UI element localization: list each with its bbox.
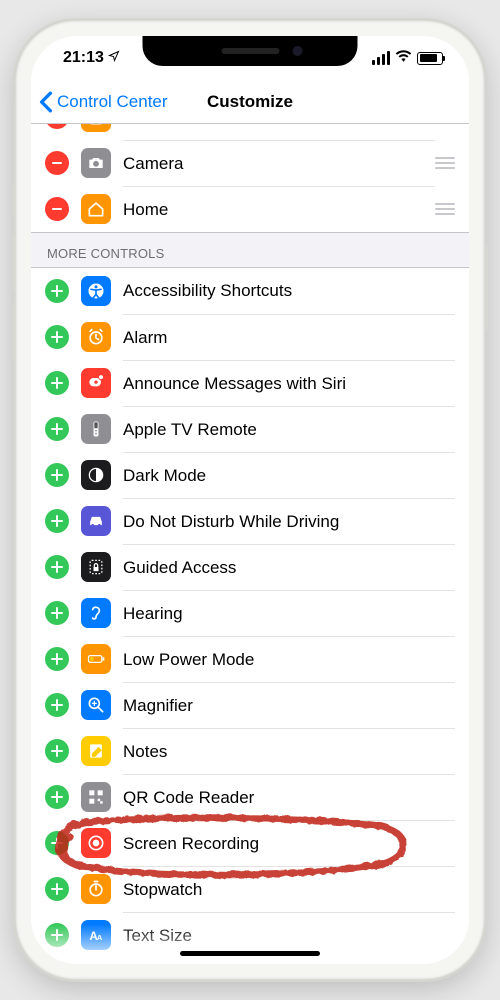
add-button[interactable]: [45, 647, 69, 671]
list-row-calculator: Calculator: [31, 124, 469, 140]
list-row-darkmode: Dark Mode: [31, 452, 469, 498]
phone-device-frame: 21:13 Control Center Customize: [15, 20, 485, 980]
reorder-handle-icon[interactable]: [435, 203, 455, 215]
alarm-icon: [81, 322, 111, 352]
list-row-appletv: Apple TV Remote: [31, 406, 469, 452]
power-button: [485, 245, 488, 330]
camera-icon: [81, 148, 111, 178]
row-label: Announce Messages with Siri: [123, 374, 346, 394]
row-label: Alarm: [123, 328, 167, 348]
add-button[interactable]: [45, 509, 69, 533]
car-icon: [81, 506, 111, 536]
battery-icon: [417, 52, 443, 65]
remove-button[interactable]: [45, 197, 69, 221]
row-label: Apple TV Remote: [123, 420, 257, 440]
row-label: Camera: [123, 154, 183, 174]
add-button[interactable]: [45, 831, 69, 855]
add-button[interactable]: [45, 371, 69, 395]
remove-button[interactable]: [45, 151, 69, 175]
notes-icon: [81, 736, 111, 766]
list-row-qr: QR Code Reader: [31, 774, 469, 820]
row-label: Low Power Mode: [123, 650, 254, 670]
row-label: Screen Recording: [123, 834, 259, 854]
back-label: Control Center: [57, 92, 168, 112]
settings-list[interactable]: Calculator Camera: [31, 124, 469, 964]
lock-icon: [81, 552, 111, 582]
list-row-accessibility: Accessibility Shortcuts: [31, 268, 469, 314]
add-button[interactable]: [45, 555, 69, 579]
calculator-icon: [81, 124, 111, 132]
list-row-stopwatch: Stopwatch: [31, 866, 469, 912]
remove-button[interactable]: [45, 124, 69, 129]
row-label: Hearing: [123, 604, 183, 624]
darkmode-icon: [81, 460, 111, 490]
add-button[interactable]: [45, 739, 69, 763]
add-button[interactable]: [45, 325, 69, 349]
add-button[interactable]: [45, 693, 69, 717]
list-row-low-power: Low Power Mode: [31, 636, 469, 682]
row-label: Magnifier: [123, 696, 193, 716]
remote-icon: [81, 414, 111, 444]
row-label: Text Size: [123, 926, 192, 946]
list-row-dnd-driving: Do Not Disturb While Driving: [31, 498, 469, 544]
list-row-screen-recording: Screen Recording: [31, 820, 469, 866]
home-indicator[interactable]: [180, 951, 320, 956]
list-row-hearing: Hearing: [31, 590, 469, 636]
location-services-icon: [108, 49, 120, 67]
row-label: Stopwatch: [123, 880, 202, 900]
row-label: Accessibility Shortcuts: [123, 281, 292, 301]
row-label: Guided Access: [123, 558, 236, 578]
battery-icon: [81, 644, 111, 674]
wifi-icon: [395, 49, 412, 67]
chevron-left-icon: [39, 91, 53, 113]
list-row-magnifier: Magnifier: [31, 682, 469, 728]
section-gap: MORE CONTROLS: [31, 232, 469, 268]
home-icon: [81, 194, 111, 224]
add-button[interactable]: [45, 463, 69, 487]
row-label: Home: [123, 200, 168, 220]
add-button[interactable]: [45, 923, 69, 947]
volume-down: [12, 305, 15, 360]
add-button[interactable]: [45, 785, 69, 809]
row-label: QR Code Reader: [123, 788, 254, 808]
screen: 21:13 Control Center Customize: [31, 36, 469, 964]
back-button[interactable]: Control Center: [39, 91, 168, 113]
add-button[interactable]: [45, 279, 69, 303]
cellular-signal-icon: [372, 51, 391, 65]
list-row-notes: Notes: [31, 728, 469, 774]
add-button[interactable]: [45, 877, 69, 901]
mute-switch: [12, 185, 15, 215]
row-label: Notes: [123, 742, 167, 762]
reorder-handle-icon[interactable]: [435, 157, 455, 169]
list-row-announce: Announce Messages with Siri: [31, 360, 469, 406]
list-row-alarm: Alarm: [31, 314, 469, 360]
row-label: Do Not Disturb While Driving: [123, 512, 339, 532]
list-row-guided-access: Guided Access: [31, 544, 469, 590]
add-button[interactable]: [45, 417, 69, 441]
notch: [143, 36, 358, 66]
page-title: Customize: [207, 92, 293, 112]
magnifier-icon: [81, 690, 111, 720]
stopwatch-icon: [81, 874, 111, 904]
accessibility-icon: [81, 276, 111, 306]
list-row-camera: Camera: [31, 140, 469, 186]
volume-up: [12, 235, 15, 290]
status-time: 21:13: [63, 49, 104, 67]
text-size-icon: AA: [81, 920, 111, 950]
navigation-bar: Control Center Customize: [31, 80, 469, 124]
svg-text:A: A: [97, 933, 103, 942]
row-label: Dark Mode: [123, 466, 206, 486]
add-button[interactable]: [45, 601, 69, 625]
record-icon: [81, 828, 111, 858]
announce-icon: [81, 368, 111, 398]
ear-icon: [81, 598, 111, 628]
row-label: Calculator: [123, 124, 200, 127]
list-row-home: Home: [31, 186, 469, 232]
section-header-more: MORE CONTROLS: [47, 246, 164, 261]
qr-icon: [81, 782, 111, 812]
